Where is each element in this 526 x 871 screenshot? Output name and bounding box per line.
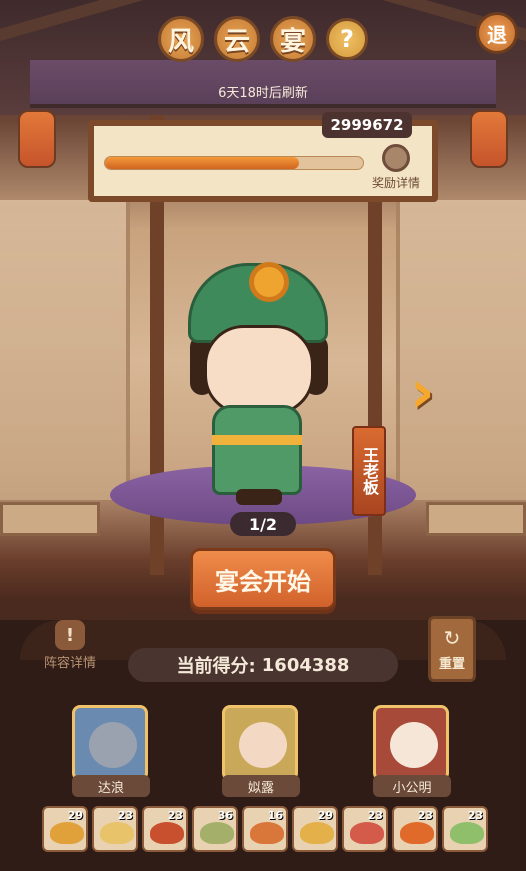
title-row: 风 云 宴 ?: [0, 16, 526, 62]
dish-count: 16: [267, 809, 283, 822]
dish-count: 23: [417, 809, 433, 822]
dish-count: 23: [167, 809, 183, 822]
refresh-timer: 6天18时后刷新: [218, 86, 308, 101]
reward-progress-fill: [105, 157, 299, 169]
dish-count: 23: [117, 809, 133, 822]
score-board: 2999672 奖励详情: [88, 112, 438, 202]
reset-label: 重置: [438, 657, 465, 672]
help-button[interactable]: ?: [326, 18, 368, 60]
back-button[interactable]: 退: [476, 12, 518, 54]
next-arrow-icon[interactable]: ›: [410, 362, 450, 422]
lineup-details-button[interactable]: ! 阵容详情: [36, 620, 104, 680]
dish-food-icon: [300, 822, 334, 844]
guest-head: [239, 722, 287, 768]
character-face: [204, 325, 314, 415]
title-char-1: 风: [158, 16, 204, 62]
lineup-details-label: 阵容详情: [43, 656, 96, 671]
character-boss[interactable]: [176, 255, 336, 505]
dish-count: 23: [367, 809, 383, 822]
dish-slot[interactable]: 16: [242, 806, 288, 852]
dish-food-icon: [150, 822, 184, 844]
dish-slot[interactable]: 36: [192, 806, 238, 852]
girl-portrait-icon: [222, 705, 298, 781]
current-score-value: 1604388: [261, 654, 350, 676]
dish-slot[interactable]: 23: [442, 806, 488, 852]
guest-name: 达浪: [72, 775, 150, 797]
current-score-label: 当前得分:: [176, 656, 256, 677]
lantern-icon: [470, 110, 508, 168]
character-name-tag: 王老板: [352, 426, 386, 516]
page-indicator: 1/2: [230, 512, 296, 536]
opera-portrait-icon: [373, 705, 449, 781]
reset-button[interactable]: ↻ 重置: [428, 616, 476, 682]
dish-slot[interactable]: 23: [92, 806, 138, 852]
dish-slot[interactable]: 29: [292, 806, 338, 852]
dish-list: 29 23 23 36 16 29 23 23 23: [42, 806, 492, 852]
dish-count: 29: [67, 809, 83, 822]
dish-food-icon: [100, 822, 134, 844]
dish-slot[interactable]: 23: [142, 806, 188, 852]
curtain-left: [0, 200, 130, 500]
dish-slot[interactable]: 29: [42, 806, 88, 852]
dish-food-icon: [450, 822, 484, 844]
reward-icon: [382, 144, 410, 172]
reward-details-button[interactable]: 奖励详情: [366, 144, 426, 191]
ledge-right: [426, 502, 526, 536]
guest-head: [89, 722, 137, 768]
dish-food-icon: [250, 822, 284, 844]
title-char-2: 云: [214, 16, 260, 62]
current-score-bar: 当前得分: 1604388: [128, 648, 398, 682]
dish-food-icon: [350, 822, 384, 844]
lantern-icon: [18, 110, 56, 168]
dish-count: 36: [217, 809, 233, 822]
reward-details-label: 奖励详情: [371, 176, 420, 190]
wolf-portrait-icon: [72, 705, 148, 781]
dish-count: 23: [467, 809, 483, 822]
dish-slot[interactable]: 23: [342, 806, 388, 852]
ledge-left: [0, 502, 100, 536]
guest-name: 小公明: [373, 775, 451, 797]
title-char-3: 宴: [270, 16, 316, 62]
game-scene: 风 云 宴 ? 6天18时后刷新 退 2999672 奖励详情 王老板 › 1/…: [0, 0, 526, 871]
guest-head: [390, 722, 438, 768]
curtain-right: [396, 200, 526, 500]
refresh-icon: ↻: [443, 626, 461, 650]
dish-food-icon: [400, 822, 434, 844]
dish-food-icon: [50, 822, 84, 844]
guest-card[interactable]: 姒露: [222, 705, 300, 797]
start-banquet-button[interactable]: 宴会开始: [190, 548, 336, 610]
reward-progress-bar: [104, 156, 364, 170]
character-robe: [212, 405, 302, 495]
board-score: 2999672: [322, 112, 412, 138]
guest-card[interactable]: 达浪: [72, 705, 150, 797]
exclamation-icon: !: [55, 620, 85, 650]
character-feet: [236, 489, 282, 505]
dish-slot[interactable]: 23: [392, 806, 438, 852]
character-belt: [212, 435, 302, 445]
guest-card[interactable]: 小公明: [373, 705, 451, 797]
dish-count: 29: [317, 809, 333, 822]
dish-food-icon: [200, 822, 234, 844]
guest-name: 姒露: [222, 775, 300, 797]
coin-icon: [249, 262, 289, 302]
